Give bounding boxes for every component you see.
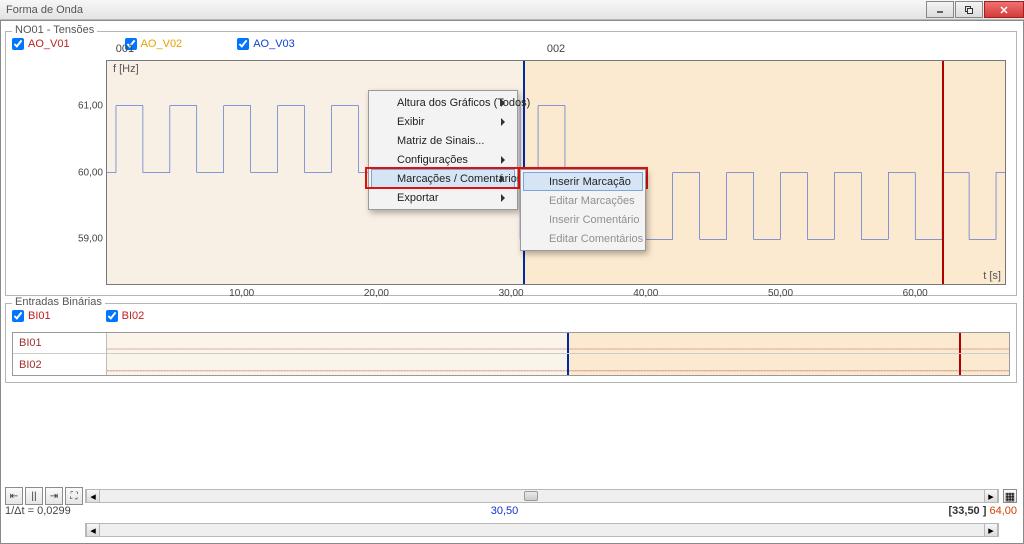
binary-checkbox-row: BI01 BI02 [12,310,144,322]
signal-ao-v01[interactable]: AO_V01 [12,38,70,50]
time-scrollbar-top[interactable]: ◂ ▸ [85,489,999,503]
binary-row-label: BI01 [13,333,107,354]
binary-row-label: BI02 [13,354,107,375]
marker-001: 001 [116,43,134,55]
toolbtn-end[interactable]: ▦ [1003,489,1017,503]
xtick: 30,00 [499,288,524,299]
menu-altura-graficos[interactable]: Altura dos Gráficos (Todos) [371,93,515,112]
signal-bi02[interactable]: BI02 [106,310,145,322]
minimize-button[interactable] [926,1,954,18]
right-time-readout: 64,00 [989,505,1017,517]
xtick: 20,00 [364,288,389,299]
ytick: 60,00 [78,167,103,178]
scroll-thumb[interactable] [524,491,538,501]
xtick: 60,00 [903,288,928,299]
window-title: Forma de Onda [6,4,83,16]
menu-marcacoes-comentarios[interactable]: Marcações / Comentários [371,169,515,188]
submenu-inserir-comentario[interactable]: Inserir Comentário [523,210,643,229]
bottom-controls: ⇤ || ⇥ ⛶ ◂ ▸ ▦ 1/Δt = 0,0299 30,50 [33,5… [5,487,1017,539]
signal-ao-v01-check[interactable] [12,38,24,50]
xtick: 50,00 [768,288,793,299]
group-tensoes-title: NO01 - Tensões [12,24,97,36]
menu-matriz-sinais[interactable]: Matriz de Sinais... [371,131,515,150]
signal-bi02-check[interactable] [106,310,118,322]
time-cursor-2[interactable] [942,61,944,284]
time-scrollbar-bottom[interactable]: ◂ ▸ [85,523,999,537]
signal-bi01[interactable]: BI01 [12,310,51,322]
signal-ao-v03[interactable]: AO_V03 [237,38,295,50]
menu-exportar[interactable]: Exportar [371,188,515,207]
ytick: 59,00 [78,234,103,245]
toolbtn-cursor-left[interactable]: ⇤ [5,487,23,505]
toolbtn-cursor-right[interactable]: ⇥ [45,487,63,505]
submenu-editar-comentarios[interactable]: Editar Comentários [523,229,643,248]
menu-configuracoes[interactable]: Configurações [371,150,515,169]
cursor-center-readout: 30,50 [491,505,519,517]
delta-t-readout: 1/Δt = 0,0299 [5,505,71,517]
signal-bi01-check[interactable] [12,310,24,322]
group-binarias-title: Entradas Binárias [12,296,105,308]
xtick: 40,00 [633,288,658,299]
signal-ao-v03-check[interactable] [237,38,249,50]
scroll-right-icon[interactable]: ▸ [984,490,998,502]
xtick: 10,00 [229,288,254,299]
ytick: 61,00 [78,100,103,111]
toolbtn-cursor-both[interactable]: || [25,487,43,505]
menu-exibir[interactable]: Exibir [371,112,515,131]
scroll-left-icon[interactable]: ◂ [86,524,100,536]
binary-track-2 [107,354,1009,375]
bracket-readout: [33,50 ] [948,505,986,517]
window-titlebar: Forma de Onda [0,0,1024,20]
time-readout-row: 1/Δt = 0,0299 30,50 [33,50 ] 64,00 [5,505,1017,519]
maximize-button[interactable] [955,1,983,18]
binary-chart[interactable]: BI01 BI02 [12,332,1010,376]
toolbtn-zoom-fit[interactable]: ⛶ [65,487,83,505]
submenu-inserir-marcacao[interactable]: Inserir Marcação [523,172,643,191]
close-button[interactable] [984,1,1024,18]
binary-track-1 [107,333,1009,354]
context-submenu[interactable]: Inserir Marcação Editar Marcações Inseri… [520,169,646,251]
marker-002: 002 [547,43,565,55]
submenu-editar-marcacoes[interactable]: Editar Marcações [523,191,643,210]
signal-checkbox-row: AO_V01 AO_V02 AO_V03 [12,38,295,50]
scroll-right-icon[interactable]: ▸ [984,524,998,536]
group-binarias: Entradas Binárias BI01 BI02 BI01 BI02 [5,303,1017,383]
scroll-left-icon[interactable]: ◂ [86,490,100,502]
context-menu[interactable]: Altura dos Gráficos (Todos) Exibir Matri… [368,90,518,210]
